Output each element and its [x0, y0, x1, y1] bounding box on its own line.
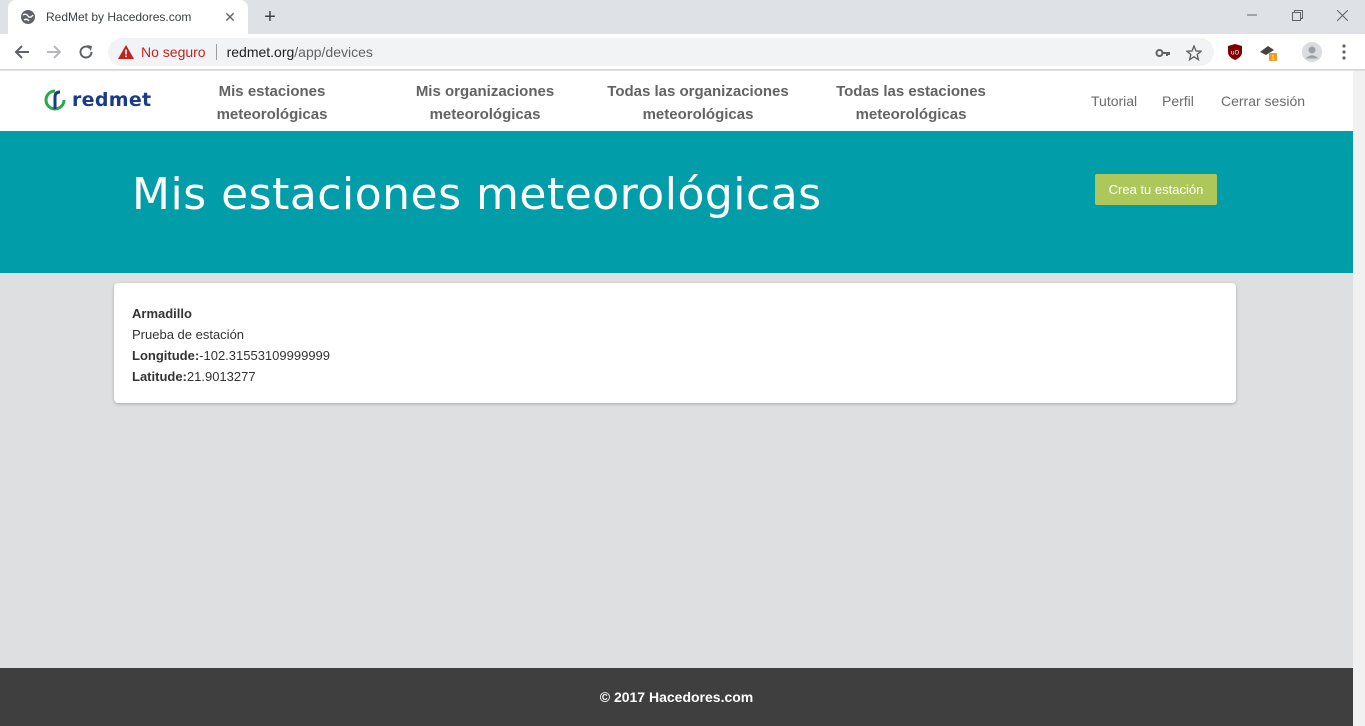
security-status[interactable]: No seguro — [141, 44, 206, 60]
svg-text:uO: uO — [1231, 50, 1240, 57]
nav-label-line1: Todas las estaciones — [836, 83, 986, 100]
globe-icon — [20, 9, 36, 25]
url-text[interactable]: redmet.org/app/devices — [227, 44, 373, 60]
nav-label-line2: meteorológicas — [855, 106, 967, 123]
extension-icon[interactable]: 1 — [1258, 42, 1278, 62]
page-title: Mis estaciones meteorológicas — [132, 169, 822, 220]
tab-title: RedMet by Hacedores.com — [46, 10, 192, 24]
new-tab-button[interactable]: + — [258, 5, 282, 29]
browser-tab[interactable]: RedMet by Hacedores.com ✕ — [8, 0, 248, 34]
nav-label-line1: Mis organizaciones — [415, 83, 555, 100]
address-bar[interactable]: No seguro redmet.org/app/devices — [108, 38, 1214, 66]
station-name: Armadillo — [132, 306, 192, 321]
nav-my-organizations[interactable]: Mis organizaciones meteorológicas — [408, 80, 562, 126]
bookmark-star-icon[interactable] — [1185, 44, 1203, 62]
nav-label-line2: meteorológicas — [642, 106, 754, 123]
logo-text: redmet — [72, 89, 152, 111]
station-longitude: Longitude:-102.31553109999999 — [132, 345, 1218, 366]
nav-label-line1: Todas las organizaciones — [607, 83, 789, 100]
url-path: /app/devices — [294, 44, 373, 60]
redmet-logo[interactable]: redmet — [44, 89, 151, 111]
latitude-value: 21.9013277 — [186, 369, 256, 384]
svg-text:1: 1 — [1271, 55, 1275, 62]
create-station-button[interactable]: Crea tu estación — [1095, 174, 1217, 205]
reload-icon[interactable] — [72, 38, 100, 66]
nav-all-organizations[interactable]: Todas las organizaciones meteorológicas — [600, 80, 796, 126]
forward-icon[interactable] — [40, 38, 68, 66]
minimize-icon[interactable] — [1229, 0, 1275, 30]
browser-tab-strip: RedMet by Hacedores.com ✕ + — [0, 0, 1365, 34]
site-navbar: redmet Mis estaciones meteorológicas Mis… — [0, 71, 1353, 131]
nav-all-stations[interactable]: Todas las estaciones meteorológicas — [830, 80, 992, 126]
tutorial-link[interactable]: Tutorial — [1091, 93, 1137, 109]
url-host: redmet.org — [226, 44, 295, 60]
nav-label-line2: meteorológicas — [216, 106, 328, 123]
profile-avatar-icon[interactable] — [1302, 42, 1322, 62]
hero-banner: Mis estaciones meteorológicas Crea tu es… — [0, 131, 1353, 273]
nav-my-stations[interactable]: Mis estaciones meteorológicas — [206, 80, 338, 126]
longitude-value: -102.31553109999999 — [199, 348, 331, 363]
page-scrollbar[interactable] — [1353, 71, 1365, 726]
station-latitude: Latitude:21.9013277 — [132, 366, 1218, 387]
key-icon[interactable] — [1154, 44, 1172, 62]
station-card[interactable]: Armadillo Prueba de estación Longitude:-… — [114, 283, 1236, 403]
tab-close-icon[interactable]: ✕ — [222, 9, 238, 25]
logo-mark-icon — [44, 89, 66, 111]
page-viewport: redmet Mis estaciones meteorológicas Mis… — [0, 71, 1353, 726]
back-icon[interactable] — [8, 38, 36, 66]
latitude-label: Latitude: — [132, 369, 187, 384]
longitude-label: Longitude: — [132, 348, 200, 363]
ublock-extension-icon[interactable]: uO — [1225, 42, 1245, 62]
omnibox-separator — [215, 44, 217, 60]
nav-label-line1: Mis estaciones — [218, 83, 326, 100]
nav-label-line2: meteorológicas — [429, 106, 541, 123]
browser-toolbar: No seguro redmet.org/app/devices uO 1 — [0, 34, 1365, 70]
site-footer: © 2017 Hacedores.com — [0, 668, 1353, 726]
menu-kebab-icon[interactable] — [1334, 42, 1354, 62]
close-window-icon[interactable] — [1319, 0, 1365, 30]
restore-icon[interactable] — [1274, 0, 1320, 30]
warning-icon[interactable] — [118, 45, 134, 59]
profile-link[interactable]: Perfil — [1162, 93, 1194, 109]
station-description: Prueba de estación — [132, 327, 245, 342]
footer-copyright: © 2017 Hacedores.com — [599, 689, 754, 705]
logout-link[interactable]: Cerrar sesión — [1221, 93, 1305, 109]
